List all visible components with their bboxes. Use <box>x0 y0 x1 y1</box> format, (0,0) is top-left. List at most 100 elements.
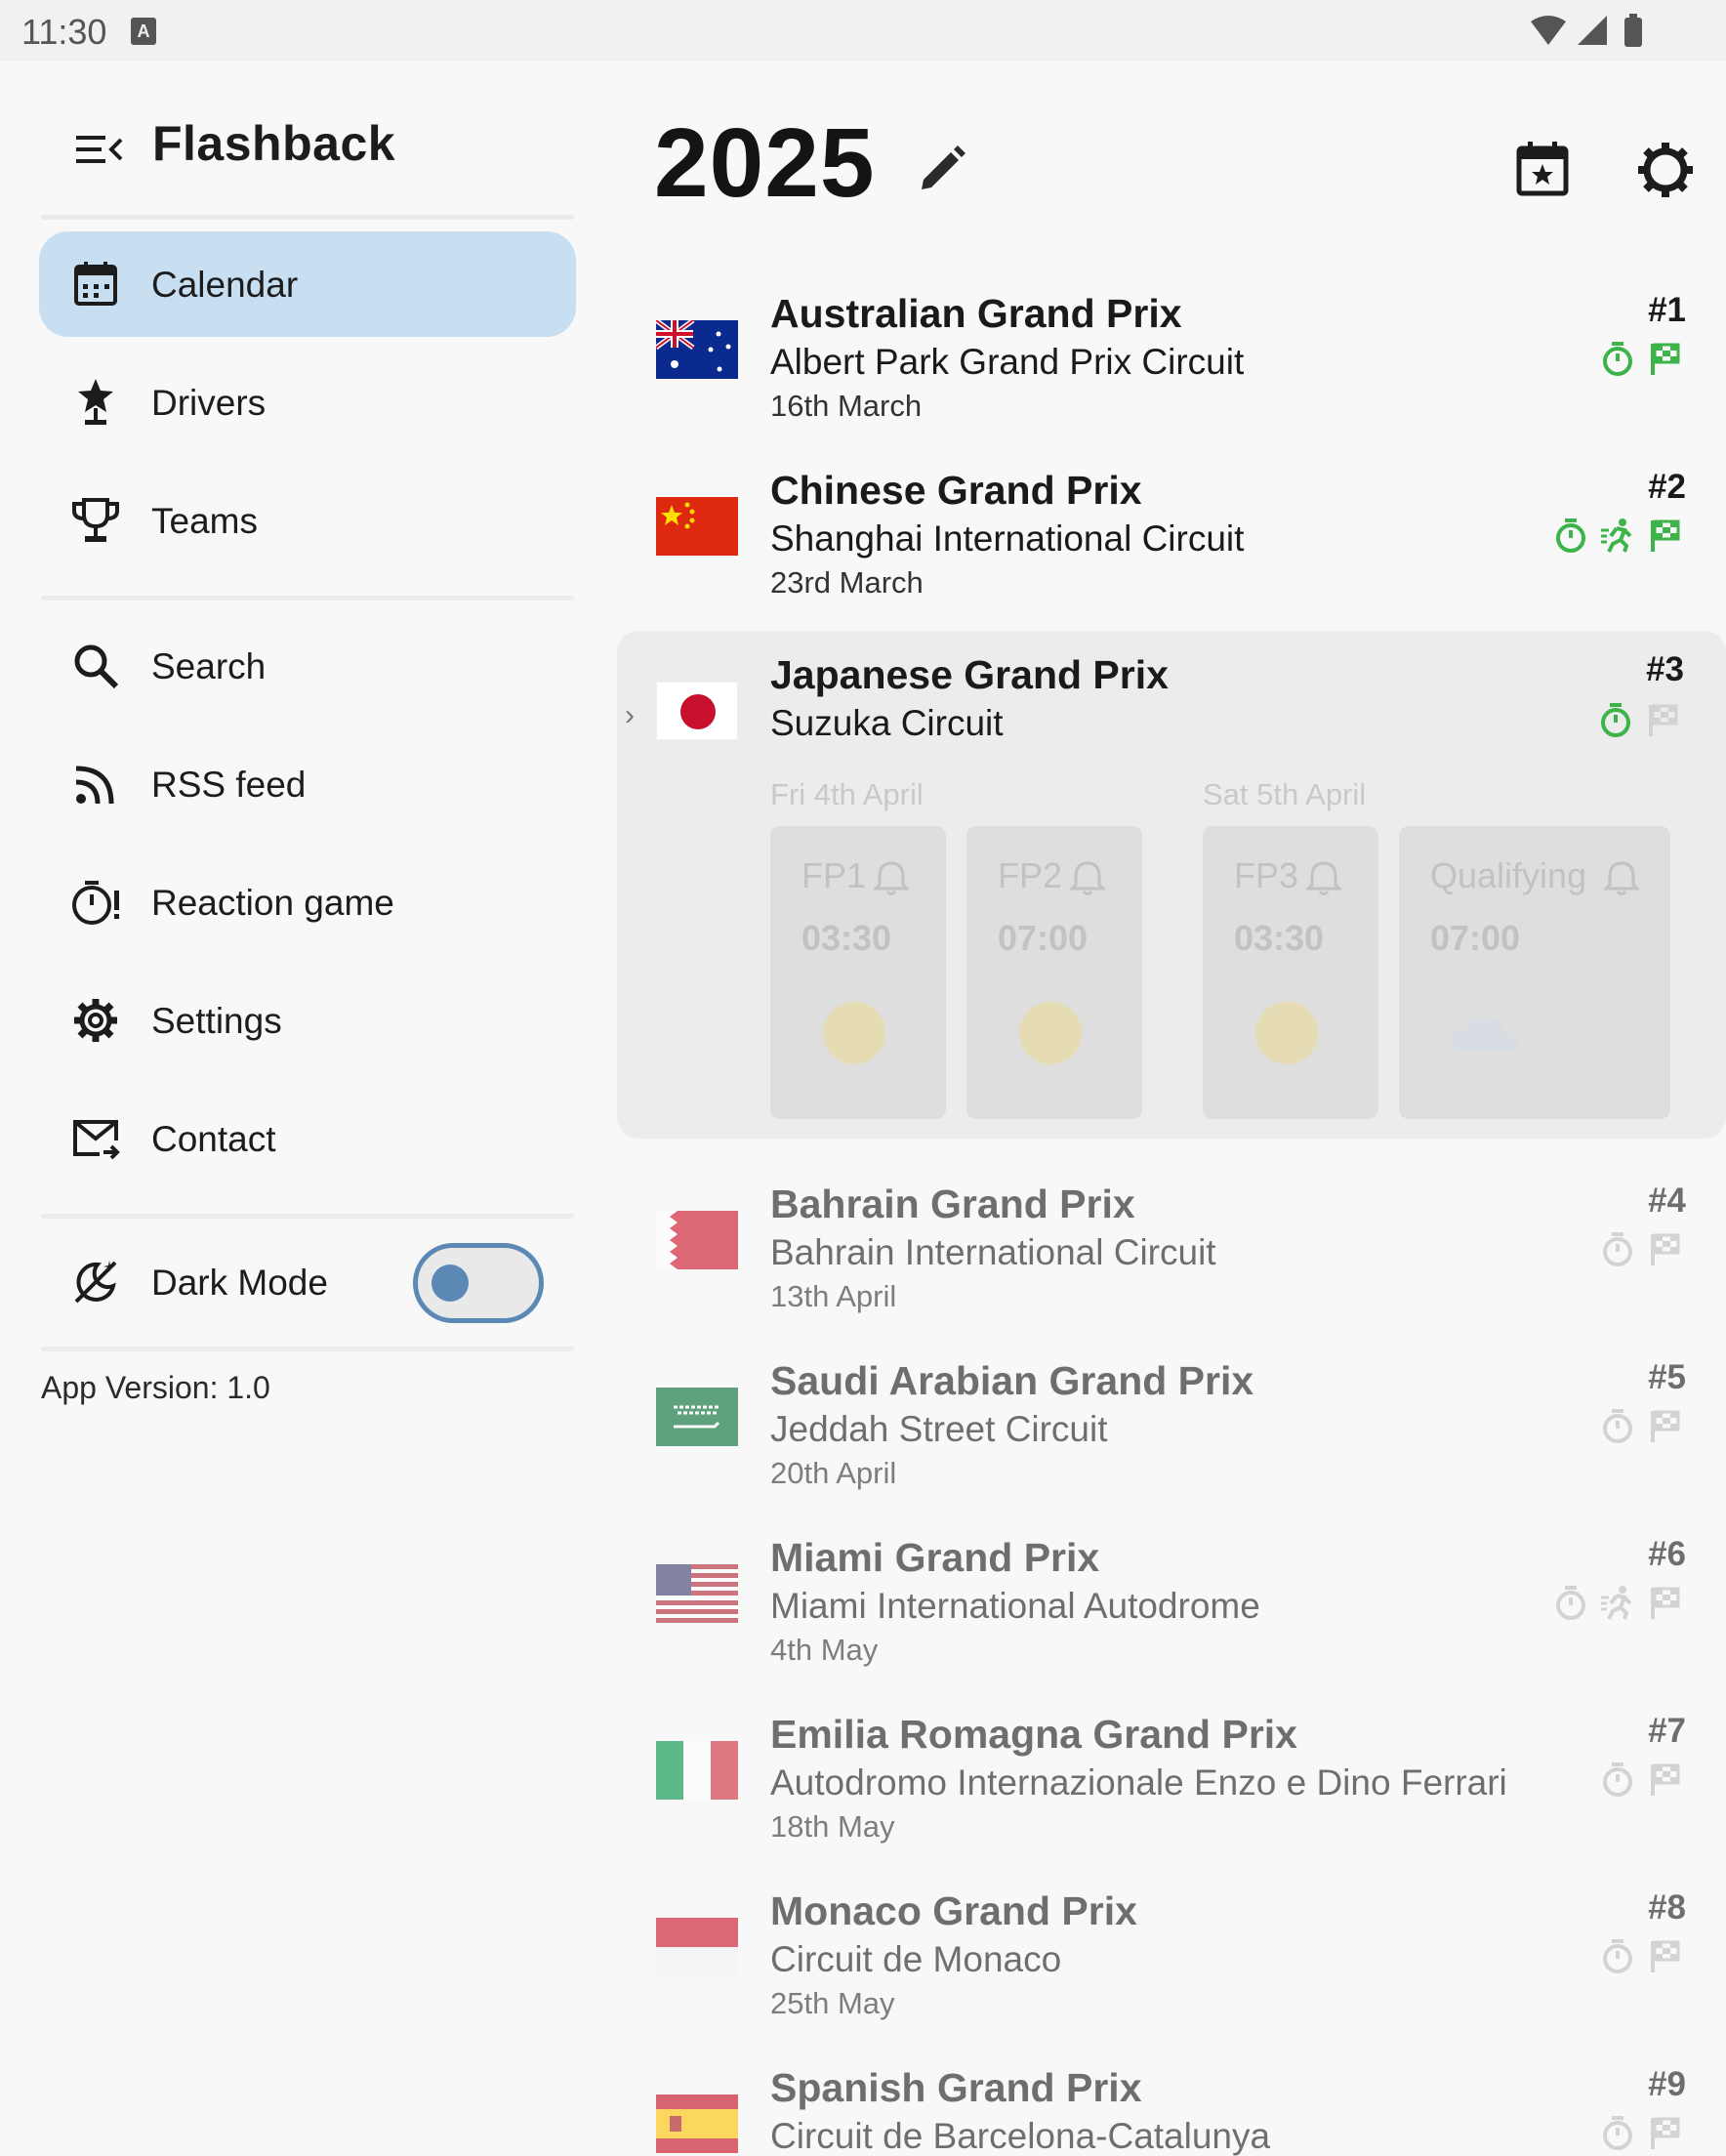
nav-item-drivers[interactable]: Drivers <box>39 350 576 455</box>
session-day-label: Sat 5th April <box>1203 777 1367 811</box>
menu-open-icon[interactable] <box>74 124 125 175</box>
divider <box>41 1214 574 1219</box>
flag-australia-icon <box>656 320 738 379</box>
session-card-fp2[interactable]: FP2 07:00 <box>966 826 1142 1119</box>
race-date: 25th May <box>770 1986 895 2020</box>
sunny-icon <box>1255 1002 1318 1064</box>
race-status-icons <box>1599 1937 1683 1976</box>
race-item-china[interactable]: Chinese Grand Prix Shanghai Internationa… <box>615 456 1726 632</box>
nav-item-calendar[interactable]: Calendar <box>39 231 576 337</box>
nav-label: Search <box>151 646 267 686</box>
stopwatch-icon <box>1556 1586 1585 1620</box>
race-item-italy[interactable]: Emilia Romagna Grand Prix Autodromo Inte… <box>615 1700 1726 1876</box>
settings-gear-icon[interactable] <box>1636 141 1695 199</box>
gear-icon <box>74 999 117 1042</box>
session-card-qualifying[interactable]: Qualifying 07:00 <box>1399 826 1670 1119</box>
race-circuit: Miami International Autodrome <box>770 1586 1260 1626</box>
dark-mode-label: Dark Mode <box>151 1263 328 1303</box>
flag-italy-icon <box>656 1741 738 1800</box>
nav-item-rss[interactable]: RSS feed <box>39 731 576 837</box>
race-name: Emilia Romagna Grand Prix <box>770 1712 1297 1757</box>
race-item-saudi-arabia[interactable]: Saudi Arabian Grand Prix Jeddah Street C… <box>615 1347 1726 1522</box>
race-round: #7 <box>1648 1712 1686 1750</box>
status-time: 11:30 <box>21 12 107 52</box>
bell-icon[interactable] <box>874 859 909 896</box>
race-date: 16th March <box>770 389 923 423</box>
flag-usa-icon <box>656 1564 738 1623</box>
session-time: 07:00 <box>998 918 1089 958</box>
checkered-flag-icon <box>1651 1233 1680 1265</box>
race-item-bahrain[interactable]: Bahrain Grand Prix Bahrain International… <box>615 1170 1726 1346</box>
divider <box>41 215 574 220</box>
edit-icon[interactable] <box>914 143 968 197</box>
nav-item-search[interactable]: Search <box>39 613 576 719</box>
sprint-icon <box>1601 518 1632 553</box>
stopwatch-icon <box>1603 1762 1632 1797</box>
nav-label: Settings <box>151 1001 282 1041</box>
navigation-drawer: Flashback Calendar Drivers Teams Search … <box>0 62 615 2156</box>
race-round: #6 <box>1648 1535 1686 1573</box>
status-bar: 11:30 A <box>0 0 1726 62</box>
race-item-australia[interactable]: Australian Grand Prix Albert Park Grand … <box>615 279 1726 455</box>
nav-label: Contact <box>151 1119 276 1159</box>
stopwatch-icon <box>1603 1409 1632 1443</box>
session-time: 07:00 <box>1430 918 1521 958</box>
stopwatch-icon <box>1603 1232 1632 1266</box>
race-round: #4 <box>1648 1182 1686 1220</box>
race-circuit: Autodromo Internazionale Enzo e Dino Fer… <box>770 1762 1507 1803</box>
nav-item-settings[interactable]: Settings <box>39 968 576 1073</box>
checkered-flag-icon <box>1651 1763 1680 1796</box>
dark-mode-toggle[interactable] <box>413 1243 544 1323</box>
calendar-star-icon[interactable] <box>1513 139 1572 199</box>
bell-icon[interactable] <box>1306 859 1341 896</box>
race-item-japan-expanded[interactable]: › Japanese Grand Prix Suzuka Circuit #3 … <box>617 631 1726 1139</box>
flag-japan-icon <box>656 682 738 740</box>
app-version: App Version: 1.0 <box>41 1370 270 1405</box>
bell-icon[interactable] <box>1604 859 1639 896</box>
checkered-flag-icon <box>1651 1587 1680 1619</box>
race-name: Saudi Arabian Grand Prix <box>770 1358 1254 1403</box>
race-name: Japanese Grand Prix <box>770 652 1169 697</box>
checkered-flag-icon <box>1651 519 1680 552</box>
nav-item-teams[interactable]: Teams <box>39 468 576 573</box>
toggle-knob <box>432 1265 469 1302</box>
session-name: FP2 <box>998 855 1063 895</box>
status-icons <box>1531 14 1642 47</box>
race-item-spain[interactable]: Spanish Grand Prix Circuit de Barcelona-… <box>615 2053 1726 2156</box>
bell-icon[interactable] <box>1070 859 1105 896</box>
race-round: #3 <box>1646 650 1684 688</box>
notification-icon: A <box>131 18 156 45</box>
session-name: Qualifying <box>1430 855 1587 895</box>
session-card-fp1[interactable]: FP1 03:30 <box>770 826 946 1119</box>
trophy-icon <box>72 498 119 542</box>
race-name: Monaco Grand Prix <box>770 1888 1137 1933</box>
race-item-monaco[interactable]: Monaco Grand Prix Circuit de Monaco 25th… <box>615 1877 1726 2052</box>
stopwatch-icon <box>1601 703 1630 737</box>
session-name: FP3 <box>1234 855 1299 895</box>
driver-star-icon <box>78 379 113 425</box>
calendar-icon <box>74 262 117 306</box>
nav-label: Reaction game <box>151 883 394 923</box>
race-name: Australian Grand Prix <box>770 291 1182 336</box>
checkered-flag-icon <box>1651 1940 1680 1972</box>
flag-china-icon <box>656 497 738 556</box>
session-time: 03:30 <box>1234 918 1325 958</box>
race-status-icons <box>1599 1407 1683 1446</box>
stopwatch-icon <box>1603 1939 1632 1973</box>
session-card-fp3[interactable]: FP3 03:30 <box>1203 826 1378 1119</box>
race-round: #9 <box>1648 2065 1686 2103</box>
sunny-icon <box>823 1002 885 1064</box>
race-item-usa[interactable]: Miami Grand Prix Miami International Aut… <box>615 1523 1726 1699</box>
race-status-icons <box>1597 701 1681 738</box>
nav-label: Calendar <box>151 265 299 305</box>
race-status-icons <box>1552 1584 1683 1623</box>
race-date: 4th May <box>770 1633 879 1667</box>
race-circuit: Circuit de Monaco <box>770 1939 1062 1979</box>
nav-item-contact[interactable]: Contact <box>39 1086 576 1191</box>
race-circuit: Suzuka Circuit <box>770 703 1004 743</box>
race-circuit: Albert Park Grand Prix Circuit <box>770 342 1245 382</box>
nav-item-reaction-game[interactable]: Reaction game <box>39 850 576 955</box>
nav-label: RSS feed <box>151 765 307 805</box>
sprint-icon <box>1601 1586 1632 1620</box>
divider <box>41 596 574 601</box>
